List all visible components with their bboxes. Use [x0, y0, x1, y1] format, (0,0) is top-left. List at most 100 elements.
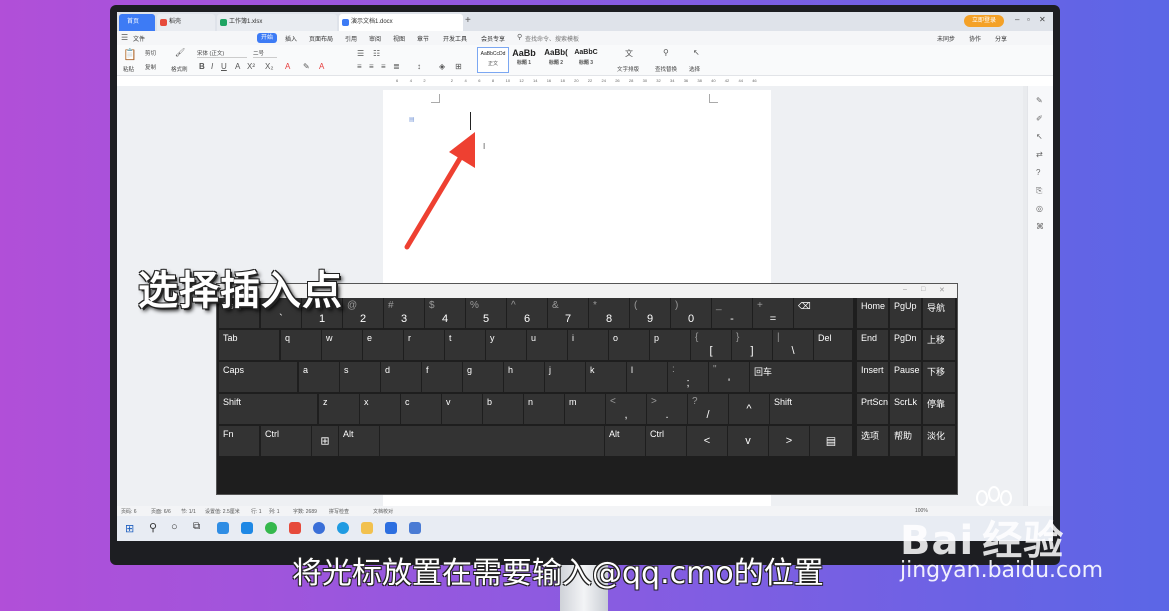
key[interactable]: z	[319, 394, 359, 424]
key[interactable]: Insert	[857, 362, 888, 392]
key[interactable]: Shift	[219, 394, 317, 424]
shading-icon[interactable]: ◈	[439, 62, 445, 71]
key[interactable]: & 7	[548, 298, 588, 328]
copy-button[interactable]: 复制	[145, 63, 156, 71]
app-icon[interactable]	[409, 522, 421, 534]
font-size-select[interactable]: 二号	[253, 49, 277, 58]
key[interactable]: ScrLk	[890, 394, 921, 424]
app-icon[interactable]	[313, 522, 325, 534]
key[interactable]: ⊞	[312, 426, 338, 456]
app-icon[interactable]	[337, 522, 349, 534]
key[interactable]: f	[422, 362, 462, 392]
superscript-icon[interactable]: X²	[247, 62, 255, 71]
menu-page-layout[interactable]: 页面布局	[309, 34, 333, 43]
maximize-icon[interactable]: ▫	[1027, 15, 1030, 24]
font-name-select[interactable]: 宋体 (正文)	[197, 49, 247, 58]
key[interactable]: x	[360, 394, 400, 424]
key[interactable]: u	[527, 330, 567, 360]
menu-view[interactable]: 视图	[393, 34, 405, 43]
collaborate-button[interactable]: 协作	[969, 34, 981, 43]
style-panel-icon[interactable]: ✎	[1036, 96, 1043, 105]
sync-status[interactable]: 未同步	[937, 34, 955, 43]
key[interactable]: a	[299, 362, 339, 392]
key[interactable]: 选项	[857, 426, 888, 456]
key[interactable]: >.	[647, 394, 687, 424]
key[interactable]: o	[609, 330, 649, 360]
key[interactable]: Alt	[339, 426, 379, 456]
key[interactable]: Del	[814, 330, 852, 360]
key[interactable]: y	[486, 330, 526, 360]
key[interactable]: % 5	[466, 298, 506, 328]
tab-home[interactable]: 首页	[119, 14, 155, 31]
highlight-icon[interactable]: ✎	[303, 62, 310, 71]
wechat-icon[interactable]	[265, 522, 277, 534]
search-icon[interactable]: ⚲	[149, 521, 157, 534]
menu-icon[interactable]: ☰	[121, 33, 128, 42]
key[interactable]: r	[404, 330, 444, 360]
key[interactable]: Tab	[219, 330, 279, 360]
tab-document[interactable]: 演示文档1.docx	[339, 14, 463, 31]
key[interactable]: ^ 6	[507, 298, 547, 328]
key[interactable]: ) 0	[671, 298, 711, 328]
share-button[interactable]: 分享	[995, 34, 1007, 43]
key[interactable]: Shift	[770, 394, 852, 424]
key[interactable]: 上移	[923, 330, 955, 360]
key[interactable]: PgDn	[890, 330, 921, 360]
command-search[interactable]: 查找命令、搜索模板	[525, 34, 579, 43]
key[interactable]: PgUp	[890, 298, 921, 328]
key[interactable]: End	[857, 330, 888, 360]
cut-button[interactable]: 剪切	[145, 49, 156, 57]
key[interactable]: Alt	[605, 426, 645, 456]
key[interactable]	[380, 426, 604, 456]
key[interactable]: #3	[384, 298, 424, 328]
strikethrough-icon[interactable]: A	[235, 62, 240, 71]
key[interactable]: e	[363, 330, 403, 360]
key[interactable]: i	[568, 330, 608, 360]
proofread-button[interactable]: 文档校对	[373, 508, 393, 515]
paste-icon[interactable]: 📋	[123, 48, 137, 61]
key[interactable]: c	[401, 394, 441, 424]
location-icon[interactable]: ◎	[1036, 204, 1043, 213]
key[interactable]: 下移	[923, 362, 955, 392]
minimize-icon[interactable]: –	[1015, 15, 1019, 24]
key[interactable]: g	[463, 362, 503, 392]
numbered-list-icon[interactable]: ☷	[373, 49, 380, 58]
key[interactable]: >	[769, 426, 809, 456]
key[interactable]: Caps	[219, 362, 297, 392]
key[interactable]: PrtScn	[857, 394, 888, 424]
key[interactable]: j	[545, 362, 585, 392]
spell-check-button[interactable]: 拼写检查	[329, 508, 349, 515]
style-heading-3[interactable]: AaBbC 标题 3	[571, 47, 601, 71]
justify-icon[interactable]: ≣	[393, 62, 400, 71]
edge-icon[interactable]	[217, 522, 229, 534]
close-icon[interactable]: ✕	[939, 286, 945, 294]
backup-icon[interactable]: ⎘	[1036, 186, 1042, 196]
key[interactable]: h	[504, 362, 544, 392]
style-heading-2[interactable]: AaBb(标题 2	[541, 47, 571, 71]
border-icon[interactable]: ⊞	[455, 62, 462, 71]
key[interactable]: v	[728, 426, 768, 456]
menu-references[interactable]: 引用	[345, 34, 357, 43]
key[interactable]: n	[524, 394, 564, 424]
key[interactable]: t	[445, 330, 485, 360]
menu-review[interactable]: 审阅	[369, 34, 381, 43]
key[interactable]: w	[322, 330, 362, 360]
style-heading-1[interactable]: AaBb 标题 1	[509, 47, 539, 71]
key[interactable]: Fn	[219, 426, 259, 456]
line-spacing-icon[interactable]: ↕	[417, 62, 421, 71]
key[interactable]: (9	[630, 298, 670, 328]
align-left-icon[interactable]: ≡	[357, 62, 362, 71]
pointer-icon[interactable]: ↖	[1036, 132, 1043, 141]
key[interactable]: * 8	[589, 298, 629, 328]
format-painter-icon[interactable]: 🖌	[175, 48, 185, 57]
key[interactable]: ⌫	[794, 298, 853, 328]
key[interactable]: _ -	[712, 298, 752, 328]
select-icon[interactable]: ↖	[693, 48, 700, 57]
key[interactable]: | \	[773, 330, 813, 360]
maximize-icon[interactable]: □	[921, 286, 925, 293]
underline-icon[interactable]: U	[221, 62, 227, 71]
menu-chapter[interactable]: 章节	[417, 34, 429, 43]
key[interactable]: 帮助	[890, 426, 921, 456]
key[interactable]: Home	[857, 298, 888, 328]
key[interactable]: 回车	[750, 362, 852, 392]
